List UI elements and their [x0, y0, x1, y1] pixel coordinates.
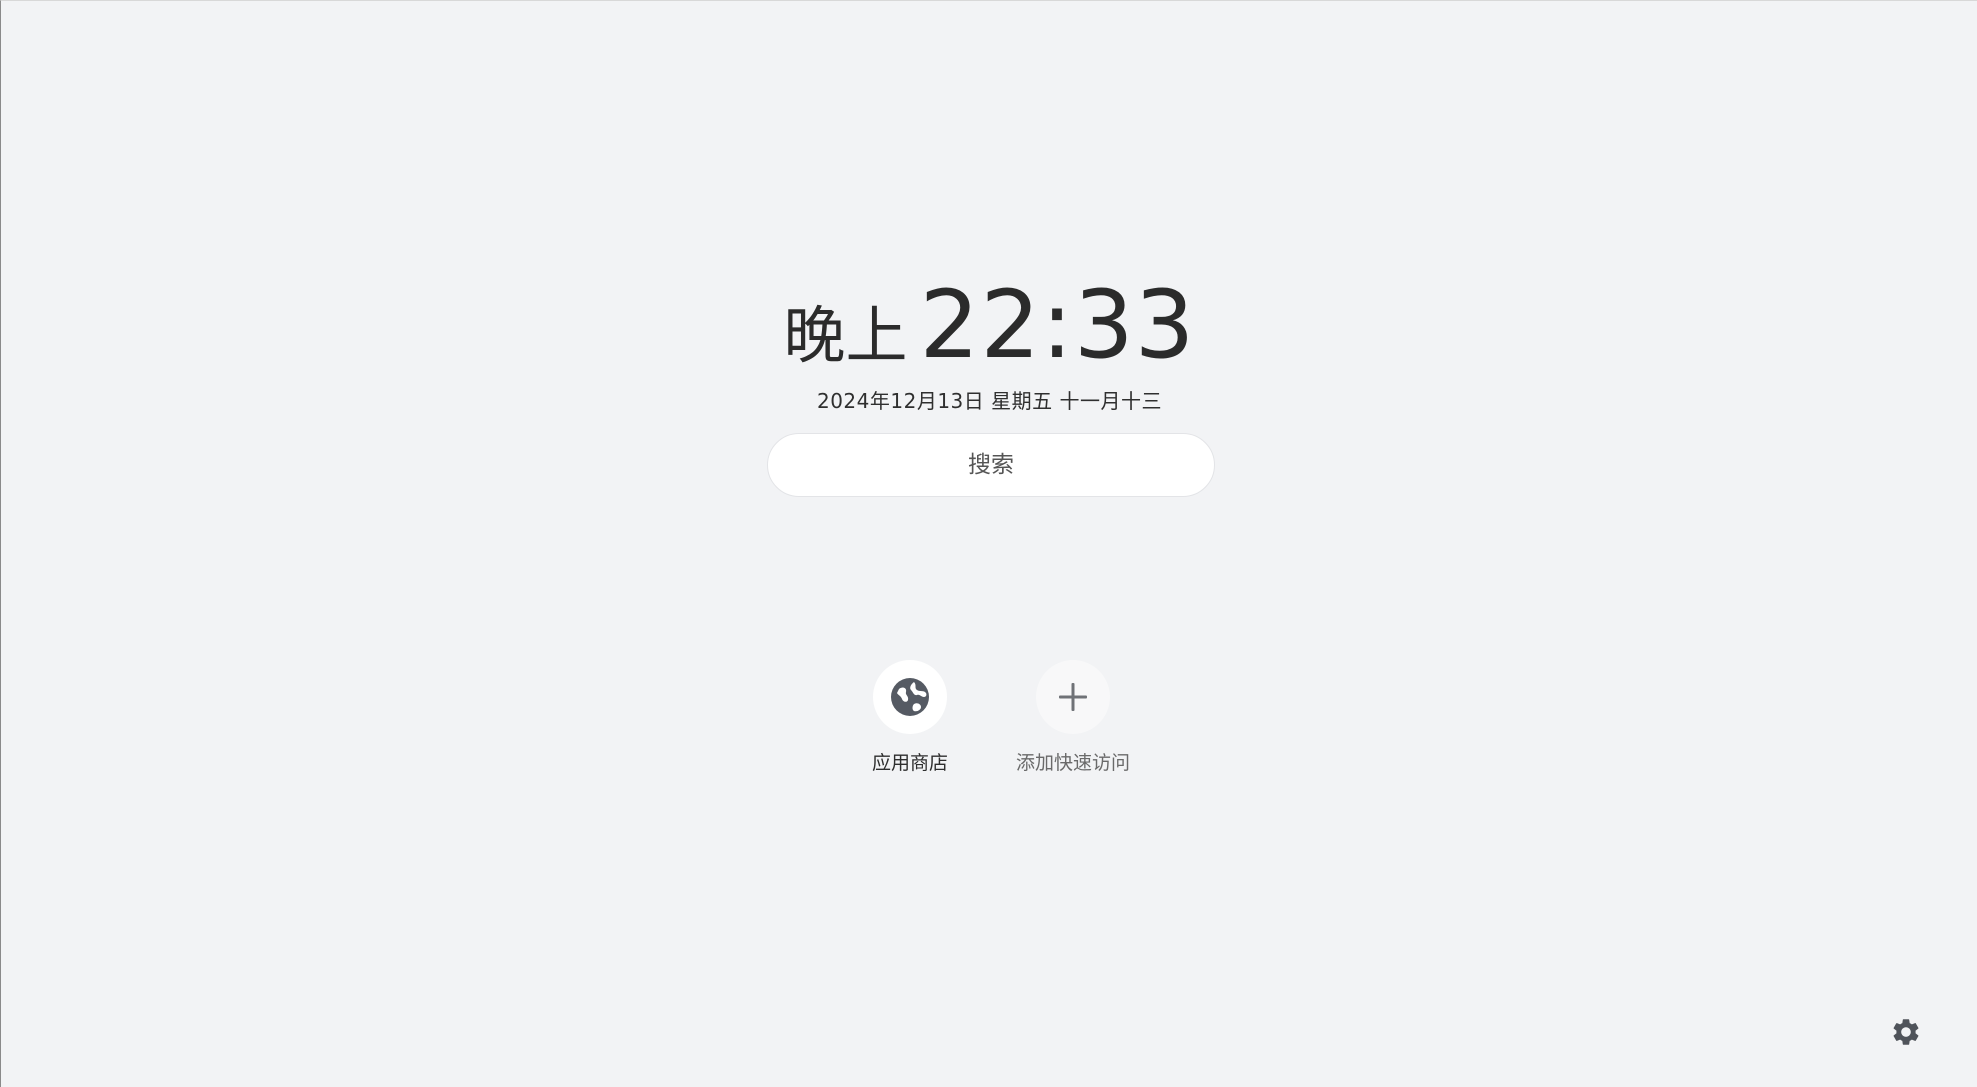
date-display: 2024年12月13日 星期五 十一月十三 — [816, 389, 1162, 413]
shortcut-add-quick-access[interactable]: 添加快速访问 — [1003, 660, 1143, 775]
shortcut-label: 添加快速访问 — [1015, 752, 1130, 774]
search-input[interactable] — [768, 451, 1214, 479]
new-tab-page: 晚上 22:33 2024年12月13日 星期五 十一月十三 应用商店 添加快速… — [0, 0, 1977, 1087]
shortcut-label: 应用商店 — [871, 752, 948, 774]
plus-icon — [1059, 683, 1087, 711]
shortcut-icon-circle[interactable] — [1036, 660, 1110, 734]
gear-icon — [1893, 1019, 1919, 1045]
shortcut-icon-circle[interactable] — [873, 660, 947, 734]
search-box[interactable] — [767, 433, 1215, 497]
clock: 晚上 22:33 — [1, 279, 1977, 373]
settings-button[interactable] — [1889, 1015, 1923, 1049]
shortcut-app-store[interactable]: 应用商店 — [840, 660, 980, 775]
globe-icon — [891, 678, 929, 716]
time-period: 晚上 — [783, 299, 908, 372]
clock-time: 22:33 — [919, 271, 1196, 380]
